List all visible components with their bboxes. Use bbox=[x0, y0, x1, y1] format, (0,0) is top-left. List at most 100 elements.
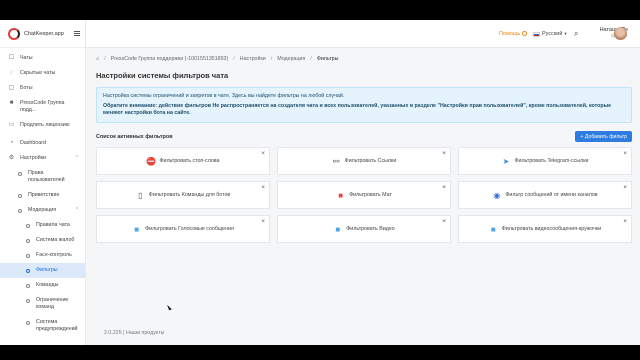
close-icon[interactable]: × bbox=[623, 150, 627, 157]
topbar: Помощь Русский▾ ⌕ Наташа Пе @user... bbox=[86, 20, 640, 48]
sidebar-item-label: Боты bbox=[20, 85, 33, 91]
telegram-icon: ➤ bbox=[502, 156, 510, 166]
sidebar-item-warnings[interactable]: Система предупреждений bbox=[0, 315, 85, 337]
bullet-icon bbox=[26, 223, 30, 228]
filter-card-video-messages[interactable]: ■ Фильтровать видеосообщения-кружочки × bbox=[458, 215, 632, 243]
bullet-icon bbox=[26, 268, 30, 273]
sidebar-item-label: Продлить лицензию bbox=[20, 122, 70, 128]
filter-card-links[interactable]: ⚯ Фильтровать Ссылки × bbox=[277, 147, 451, 175]
dashboard-icon: ◔ bbox=[9, 140, 14, 146]
chevron-up-icon: ⌃ bbox=[74, 155, 79, 161]
products-link[interactable]: Наши продукты bbox=[126, 330, 164, 336]
sidebar-item-label: Модерация bbox=[28, 207, 57, 213]
close-icon[interactable]: × bbox=[442, 218, 446, 225]
sidebar-item-label: Чаты bbox=[20, 55, 33, 61]
bullet-icon bbox=[26, 298, 30, 303]
footer: 2.0.225 | Наши продукты bbox=[104, 330, 165, 336]
sidebar-item-chats[interactable]: ☐ Чаты bbox=[0, 51, 85, 66]
breadcrumb-chat[interactable]: PressCode Группа поддержки (-10015513518… bbox=[111, 56, 229, 62]
brand[interactable]: ChatKeeper.app bbox=[0, 20, 85, 48]
sidebar: ChatKeeper.app ☐ Чаты ◌ Скрытые чаты ▢ Боты… bbox=[0, 20, 86, 345]
help-link[interactable]: Помощь bbox=[499, 31, 528, 37]
avatar[interactable] bbox=[614, 27, 627, 40]
filter-card-stop-words[interactable]: ⛔ Фильтровать стоп-слова × bbox=[96, 147, 270, 175]
mouse-cursor-icon bbox=[167, 303, 172, 311]
chevron-up-icon: ⌃ bbox=[74, 207, 79, 213]
card-icon: ▭ bbox=[8, 122, 15, 128]
search-icon[interactable]: ⌕ bbox=[574, 29, 578, 39]
filter-label: Фильтровать Голосовые сообщения bbox=[145, 226, 234, 232]
sidebar-item-label: Команды bbox=[36, 282, 59, 288]
sidebar-item-bots[interactable]: ▢ Боты bbox=[0, 81, 85, 96]
sidebar-item-command-limits[interactable]: Ограничение команд bbox=[0, 293, 85, 315]
filter-label: Фильтровать Команды для ботов bbox=[148, 192, 231, 198]
bullet-icon bbox=[26, 238, 30, 243]
close-icon[interactable]: × bbox=[442, 150, 446, 157]
sidebar-item-greeting[interactable]: Приветствие bbox=[0, 188, 85, 203]
bullet-icon bbox=[26, 283, 30, 288]
language-label: Русский bbox=[542, 31, 563, 37]
filter-card-channel-messages[interactable]: ◉ Фильтр сообщений от имени каналов × bbox=[458, 181, 632, 209]
language-select[interactable]: Русский ▾ bbox=[533, 31, 567, 37]
info-warning: Обратите внимание: действие фильтров Не … bbox=[103, 103, 612, 116]
sidebar-item-settings[interactable]: ⚙ Настройки ⌃ bbox=[0, 151, 85, 166]
sidebar-item-label: Правила чата bbox=[36, 222, 70, 228]
page-title: Настройки системы фильтров чата bbox=[96, 71, 229, 80]
breadcrumb-moderation[interactable]: Модерация bbox=[277, 56, 305, 62]
close-icon[interactable]: × bbox=[261, 150, 265, 157]
phone-icon: ▯ bbox=[138, 190, 143, 200]
sidebar-item-filters[interactable]: Фильтры bbox=[0, 263, 85, 278]
chevron-down-icon: ▾ bbox=[564, 31, 567, 36]
info-alert: Настройка системы ограничений и запретов… bbox=[96, 87, 632, 123]
video-icon: ■ bbox=[335, 224, 341, 234]
add-filter-button[interactable]: + Добавить фильтр bbox=[575, 131, 632, 142]
bullet-icon bbox=[18, 171, 22, 176]
close-icon[interactable]: × bbox=[261, 184, 265, 191]
filter-label: Фильтровать Мат bbox=[349, 192, 392, 198]
app-window: ChatKeeper.app ☐ Чаты ◌ Скрытые чаты ▢ Боты… bbox=[0, 20, 640, 345]
bullet-icon bbox=[26, 320, 30, 325]
menu-toggle-icon[interactable] bbox=[74, 31, 80, 36]
sidebar-item-label: Настройки bbox=[20, 155, 46, 161]
swear-icon: ■ bbox=[338, 190, 344, 200]
sidebar-item-hidden-chats[interactable]: ◌ Скрытые чаты bbox=[0, 66, 85, 81]
sidebar-nav: ☐ Чаты ◌ Скрытые чаты ▢ Боты ■ PressCode Гру… bbox=[0, 48, 85, 337]
filter-card-voice[interactable]: ■ Фильтровать Голосовые сообщения × bbox=[96, 215, 270, 243]
close-icon[interactable]: × bbox=[623, 184, 627, 191]
filter-label: Фильтр сообщений от имени каналов bbox=[505, 192, 598, 198]
close-icon[interactable]: × bbox=[442, 184, 446, 191]
sidebar-item-dashboard[interactable]: ◔ Dashboard bbox=[0, 136, 85, 151]
sidebar-item-face-control[interactable]: Face-контроль bbox=[0, 248, 85, 263]
breadcrumb-settings[interactable]: Настройки bbox=[240, 56, 266, 62]
sidebar-item-label: Face-контроль bbox=[36, 252, 72, 258]
sidebar-item-reports[interactable]: Система жалоб bbox=[0, 233, 85, 248]
filter-label: Фильтровать видеосообщения-кружочки bbox=[501, 226, 602, 232]
sidebar-item-label: Права пользователей bbox=[28, 170, 65, 183]
sidebar-item-moderation[interactable]: Модерация ⌃ bbox=[0, 203, 85, 218]
filter-label: Фильтровать Telegram-ссылки bbox=[514, 158, 589, 164]
stop-icon: ⛔ bbox=[146, 156, 156, 166]
sidebar-item-label: PressCode Группа подд... bbox=[20, 100, 65, 113]
filter-card-video[interactable]: ■ Фильтровать Видео × bbox=[277, 215, 451, 243]
sidebar-item-commands[interactable]: Команды bbox=[0, 278, 85, 293]
filter-card-bot-commands[interactable]: ▯ Фильтровать Команды для ботов × bbox=[96, 181, 270, 209]
home-icon[interactable]: ⌂ bbox=[96, 56, 99, 62]
sidebar-item-label: Скрытые чаты bbox=[20, 70, 56, 76]
filters-grid: ⛔ Фильтровать стоп-слова × ⚯ Фильтровать… bbox=[96, 147, 632, 243]
breadcrumb-filters: Фильтры bbox=[316, 56, 339, 62]
footer-separator: | bbox=[123, 330, 125, 336]
sidebar-item-user-rights[interactable]: Права пользователей bbox=[0, 166, 85, 188]
sidebar-item-label: Фильтры bbox=[36, 267, 58, 273]
app-version: 2.0.225 bbox=[104, 330, 122, 336]
sidebar-item-label: Приветствие bbox=[28, 192, 60, 198]
filters-list-title: Список активных фильтров bbox=[96, 133, 173, 140]
sidebar-item-chat-rules[interactable]: Правила чата bbox=[0, 218, 85, 233]
sidebar-item-label: Система жалоб bbox=[36, 237, 75, 243]
video-message-icon: ■ bbox=[490, 224, 496, 234]
filter-card-telegram-links[interactable]: ➤ Фильтровать Telegram-ссылки × bbox=[458, 147, 632, 175]
filter-card-swearing[interactable]: ■ Фильтровать Мат × bbox=[277, 181, 451, 209]
close-icon[interactable]: × bbox=[623, 218, 627, 225]
sidebar-item-license[interactable]: ▭ Продлить лицензию bbox=[0, 118, 85, 133]
sidebar-item-current-chat[interactable]: ■ PressCode Группа подд... bbox=[0, 96, 85, 118]
close-icon[interactable]: × bbox=[261, 218, 265, 225]
